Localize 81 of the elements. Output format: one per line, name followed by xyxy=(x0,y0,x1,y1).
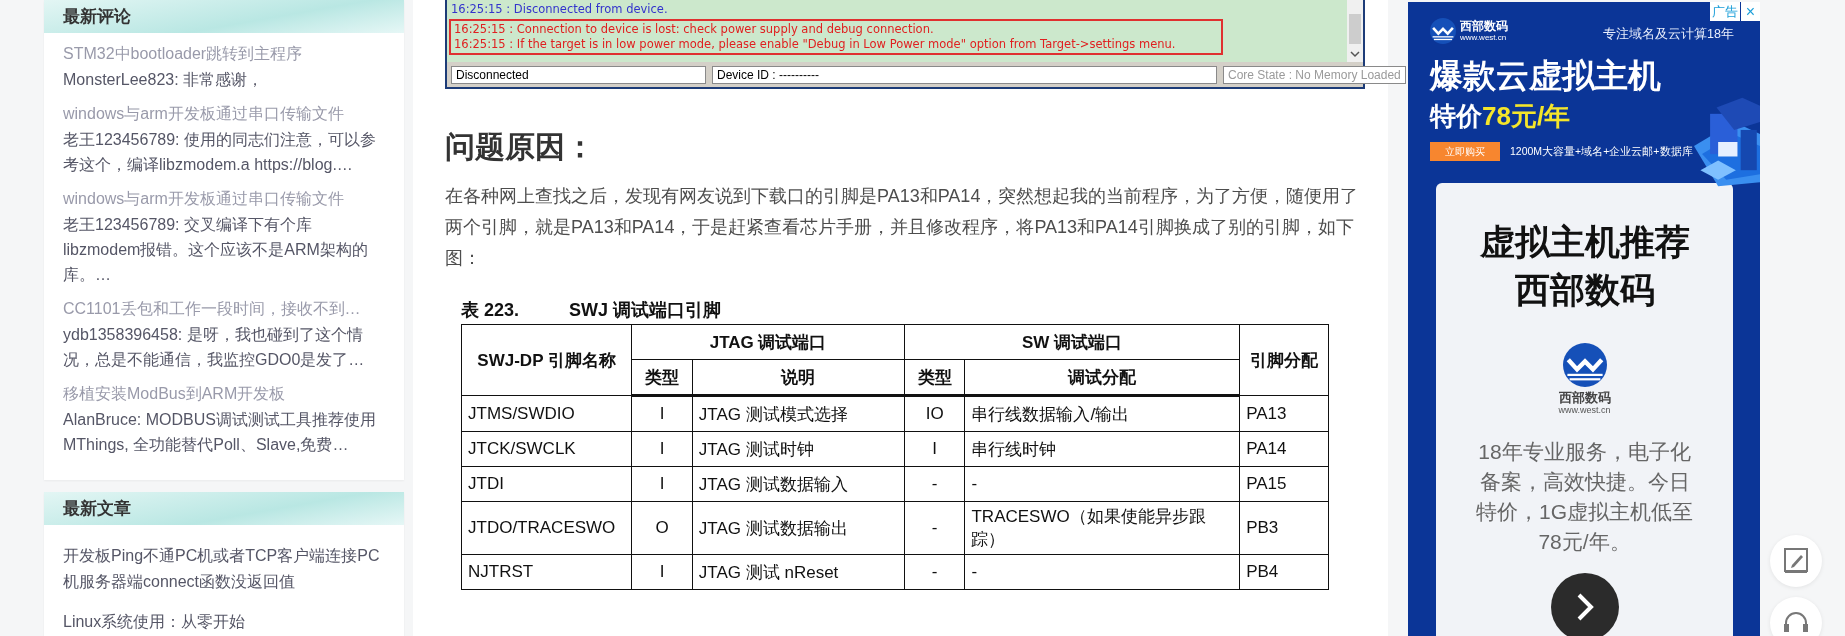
logo-icon xyxy=(1430,18,1456,44)
ad-slogan: 专注域名及云计算18年 xyxy=(1603,25,1734,43)
ad-price: 78元/年 xyxy=(1482,100,1571,132)
logo-icon xyxy=(1562,343,1607,387)
table-cell: PA15 xyxy=(1239,466,1329,502)
status-field: Device ID : ---------- xyxy=(712,66,1217,84)
ad-label: 广告 xyxy=(1710,2,1740,21)
log-line: 16:25:15 : Disconnected from device. xyxy=(451,2,669,17)
brand-name: 西部数码 xyxy=(1558,391,1611,405)
table-cell: JTDO/TRACESWO xyxy=(461,501,632,555)
table-cell: TRACESWO（如果使能异步跟踪） xyxy=(964,501,1240,555)
table-cell: PB3 xyxy=(1239,501,1329,555)
comment-article-link[interactable]: CC1101丢包和工作一段时间，接收不到… xyxy=(63,296,384,322)
column-group-header: JTAG 调试端口 xyxy=(631,324,905,360)
table-cell: JTAG 测试时钟 xyxy=(692,431,905,467)
table-cell: JTCK/SWCLK xyxy=(461,431,632,467)
table-cell: JTDI xyxy=(461,466,632,502)
comment-article-link[interactable]: windows与arm开发板通过串口传输文件 xyxy=(63,186,384,212)
brand-domain: www.west.cn xyxy=(1460,33,1508,42)
table-cell: - xyxy=(904,466,965,502)
comment-article-link[interactable]: windows与arm开发板通过串口传输文件 xyxy=(63,101,384,127)
table-number: 表 223. xyxy=(461,299,520,322)
column-header: 引脚分配 xyxy=(1239,324,1329,396)
ad-card-title: 西部数码 xyxy=(1513,269,1656,311)
comment-text: 老王123456789: 交叉编译下有个库 libzmodem报错。这个应该不是ARM架构的库。… xyxy=(63,215,369,285)
table-cell: JTAG 测试模式选择 xyxy=(692,395,905,432)
table-cell: I xyxy=(631,395,693,432)
column-header: 说明 xyxy=(692,359,905,396)
article-paragraph: 在各种网上查找之后，发现有网友说到下载口的引脚是PA13和PA14，突然想起我的当前程序，为了方便，随便用了两个引脚，就是PA13和PA14，于是赶紧查看芯片手册，并且修改程序，将PA13和PA14引脚换成了别的引脚，如下图： xyxy=(445,185,1360,270)
log-error-line: 16:25:15 : If the target is in low power mode, please enable "Debug in Low Power mode" option from Target->settings menu. xyxy=(454,37,1177,52)
table-cell: I xyxy=(631,554,693,590)
write-button[interactable] xyxy=(1770,535,1822,587)
comment-article-link[interactable]: STM32中bootloader跳转到主程序 xyxy=(63,41,384,67)
table-cell: I xyxy=(631,431,693,467)
table-cell: - xyxy=(964,554,1240,590)
brand-name: 西部数码 xyxy=(1460,20,1508,33)
table-cell: 串行线数据输入/输出 xyxy=(964,395,1240,432)
comment-text: MonsterLee823: 非常感谢， xyxy=(63,70,265,90)
table-cell: NJTRST xyxy=(461,554,632,590)
table-cell: I xyxy=(904,431,965,467)
table-cell: PB4 xyxy=(1239,554,1329,590)
buy-button[interactable]: 立即购买 xyxy=(1430,142,1500,161)
table-cell: JTAG 测试 nReset xyxy=(692,554,905,590)
article-link[interactable]: 开发板Ping不通PC机或者TCP客户端连接PC机服务器端connect函数没返回值 xyxy=(63,543,384,595)
table-cell: JTAG 测试数据输入 xyxy=(692,466,905,502)
close-button[interactable]: × xyxy=(1741,2,1760,21)
table-cell: PA14 xyxy=(1239,431,1329,467)
table-cell: I xyxy=(631,466,693,502)
comment-text: 老王123456789: 使用的同志们注意，可以参考这个，编译libzmodem.a https://blog.… xyxy=(63,130,377,175)
table-cell: O xyxy=(631,501,693,555)
table-cell: - xyxy=(904,554,965,590)
ad-description: 18年专业服务，电子化备案，高效快捷。今日特价，1G虚拟主机低至78元/年。 xyxy=(1475,439,1694,555)
ad-headline: 爆款云虚拟主机 xyxy=(1430,56,1662,96)
comment-article-link[interactable]: 移植安装ModBus到ARM开发板 xyxy=(63,381,384,407)
brand-domain: www.west.cn xyxy=(1558,405,1611,415)
table-cell: JTMS/SWDIO xyxy=(461,395,632,432)
column-header: 类型 xyxy=(904,359,965,396)
table-cell: - xyxy=(964,466,1240,502)
card-title: 最新文章 xyxy=(63,498,131,520)
table-cell: PA13 xyxy=(1239,395,1329,432)
section-heading: 问题原因： xyxy=(445,129,596,165)
ad-features: 1200M大容量+域名+企业云邮+数据库 xyxy=(1510,144,1693,159)
column-group-header: SW 调试端口 xyxy=(904,324,1240,360)
status-field: Disconnected xyxy=(451,66,706,84)
support-button[interactable] xyxy=(1770,597,1822,636)
table-caption: SWJ 调试端口引脚 xyxy=(569,299,722,322)
article-link[interactable]: Linux系统使用：从零开始 xyxy=(63,609,384,635)
status-field: Core State : No Memory Loaded xyxy=(1223,66,1406,84)
column-header: SWJ-DP 引脚名称 xyxy=(461,324,632,396)
log-error-line: 16:25:15 : Connection to device is lost: check power supply and debug connection. xyxy=(454,22,935,37)
edit-icon xyxy=(1783,547,1809,575)
card-title: 最新评论 xyxy=(63,6,131,28)
price-label: 特价 xyxy=(1430,100,1482,132)
table-cell: JTAG 测试数据输出 xyxy=(692,501,905,555)
comment-text: AlanBruce: MODBUS调试测试工具推荐使用MThings, 全功能替代Poll、Slave,免费… xyxy=(63,410,377,455)
comment-text: ydb1358396458: 是呀，我也碰到了这个情况，总是不能通信，我监控GDO0是发了… xyxy=(63,325,366,370)
ad-card-title: 虚拟主机推荐 xyxy=(1479,221,1690,263)
table-cell: 串行线时钟 xyxy=(964,431,1240,467)
table-cell: IO xyxy=(904,395,965,432)
table-cell: - xyxy=(904,501,965,555)
column-header: 类型 xyxy=(631,359,693,396)
